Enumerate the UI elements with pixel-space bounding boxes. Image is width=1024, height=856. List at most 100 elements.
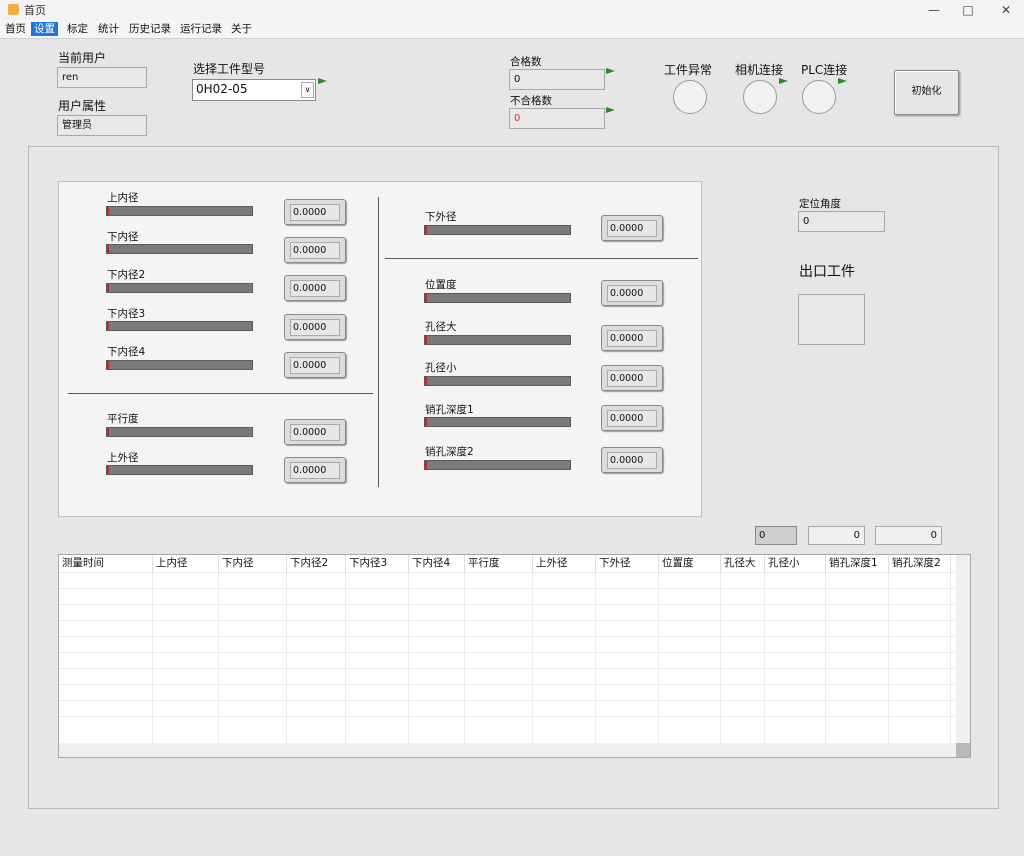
indicator-label-part-error: 工件异常 bbox=[664, 63, 713, 77]
measure-value-box: 0.0000 bbox=[601, 365, 663, 391]
measure-value-box: 0.0000 bbox=[284, 352, 346, 378]
user-attribute-field: 管理员 bbox=[57, 115, 147, 136]
menu-item-home[interactable]: 首页 bbox=[2, 22, 29, 36]
measure-value: 0.0000 bbox=[290, 242, 340, 259]
measure-label: 平行度 bbox=[107, 413, 139, 425]
measure-bar bbox=[106, 321, 253, 331]
divider bbox=[378, 197, 379, 487]
table-header-cell[interactable]: 销孔深度2 bbox=[889, 555, 951, 572]
table-header-cell[interactable]: 上外径 bbox=[533, 555, 596, 572]
indicator-label-camera: 相机连接 bbox=[735, 63, 784, 77]
flag-icon bbox=[838, 78, 847, 84]
measure-bar bbox=[424, 293, 571, 303]
measure-value: 0.0000 bbox=[290, 319, 340, 336]
positioning-angle-label: 定位角度 bbox=[799, 198, 841, 210]
measure-value: 0.0000 bbox=[290, 204, 340, 221]
measure-value-box: 0.0000 bbox=[284, 237, 346, 263]
measure-bar bbox=[106, 206, 253, 216]
measure-value: 0.0000 bbox=[607, 370, 657, 387]
chevron-down-icon[interactable]: ∨ bbox=[301, 82, 314, 98]
measure-value: 0.0000 bbox=[290, 424, 340, 441]
data-table[interactable]: 测量时间 上内径 下内径 下内径2 下内径3 下内径4 平行度 上外径 下外径 … bbox=[58, 554, 971, 758]
measure-value-box: 0.0000 bbox=[284, 457, 346, 483]
table-header-cell[interactable]: 下内径 bbox=[219, 555, 287, 572]
table-header-cell[interactable]: 下内径2 bbox=[287, 555, 346, 572]
pass-count-label: 合格数 bbox=[510, 56, 542, 68]
maximize-icon[interactable]: □ bbox=[948, 0, 988, 20]
measure-bar bbox=[106, 360, 253, 370]
horizontal-scrollbar[interactable] bbox=[59, 743, 956, 757]
measure-label: 上内径 bbox=[107, 192, 139, 204]
measure-bar bbox=[424, 376, 571, 386]
measure-value-box: 0.0000 bbox=[284, 199, 346, 225]
menu-item-about[interactable]: 关于 bbox=[228, 22, 255, 36]
table-header-cell[interactable]: 上内径 bbox=[153, 555, 219, 572]
menu-item-calibration[interactable]: 标定 bbox=[64, 22, 91, 36]
measure-label: 下内径2 bbox=[107, 269, 146, 281]
table-header-cell[interactable]: 下内径4 bbox=[409, 555, 465, 572]
measure-value: 0.0000 bbox=[607, 220, 657, 237]
part-error-lamp bbox=[673, 80, 707, 114]
measure-value: 0.0000 bbox=[290, 462, 340, 479]
measure-label: 孔径大 bbox=[425, 321, 457, 333]
table-header-cell[interactable]: 位置度 bbox=[659, 555, 721, 572]
measure-bar bbox=[424, 460, 571, 470]
menu-item-run-log[interactable]: 运行记录 bbox=[177, 22, 225, 36]
measure-label: 孔径小 bbox=[425, 362, 457, 374]
measure-label: 下内径4 bbox=[107, 346, 146, 358]
measure-value: 0.0000 bbox=[607, 452, 657, 469]
user-attribute-label: 用户属性 bbox=[58, 99, 107, 113]
close-icon[interactable]: ✕ bbox=[986, 0, 1024, 20]
table-header-cell[interactable]: 孔径小 bbox=[765, 555, 826, 572]
measure-bar bbox=[424, 417, 571, 427]
vertical-scrollbar[interactable] bbox=[956, 555, 970, 743]
measure-label: 下内径 bbox=[107, 231, 139, 243]
title-bar: 首页 — □ ✕ bbox=[0, 0, 1024, 20]
window-title: 首页 bbox=[24, 4, 46, 17]
measure-bar bbox=[424, 335, 571, 345]
measure-value-box: 0.0000 bbox=[601, 405, 663, 431]
measure-value: 0.0000 bbox=[607, 285, 657, 302]
measure-value: 0.0000 bbox=[290, 357, 340, 374]
camera-connection-lamp bbox=[743, 80, 777, 114]
measure-bar bbox=[106, 427, 253, 437]
menu-item-settings[interactable]: 设置 bbox=[31, 22, 58, 36]
measure-label: 销孔深度2 bbox=[425, 446, 474, 458]
table-counter: 0 bbox=[755, 526, 797, 545]
table-header-cell[interactable]: 平行度 bbox=[465, 555, 533, 572]
fail-count-field: 0 bbox=[509, 108, 605, 129]
measure-value-box: 0.0000 bbox=[601, 280, 663, 306]
app-icon bbox=[8, 4, 19, 15]
current-user-label: 当前用户 bbox=[58, 51, 107, 65]
measure-label: 位置度 bbox=[425, 279, 457, 291]
current-user-field: ren bbox=[57, 67, 147, 88]
measure-value-box: 0.0000 bbox=[284, 314, 346, 340]
measure-value-box: 0.0000 bbox=[601, 325, 663, 351]
measure-value: 0.0000 bbox=[290, 280, 340, 297]
table-header-cell[interactable]: 下内径3 bbox=[346, 555, 409, 572]
initialize-button[interactable]: 初始化 bbox=[894, 70, 959, 115]
measure-label: 上外径 bbox=[107, 452, 139, 464]
part-select-dropdown[interactable]: 0H02-05 ∨ bbox=[192, 79, 316, 101]
measure-value: 0.0000 bbox=[607, 410, 657, 427]
divider bbox=[385, 258, 698, 259]
scrollbar-corner bbox=[956, 743, 970, 757]
flag-icon bbox=[318, 78, 327, 84]
table-header-cell[interactable]: 下外径 bbox=[596, 555, 659, 572]
exit-part-image bbox=[798, 294, 865, 345]
measure-value-box: 0.0000 bbox=[601, 447, 663, 473]
fail-count-label: 不合格数 bbox=[510, 95, 552, 107]
plc-connection-lamp bbox=[802, 80, 836, 114]
table-header-cell[interactable]: 销孔深度1 bbox=[826, 555, 889, 572]
measure-label: 销孔深度1 bbox=[425, 404, 474, 416]
part-select-value: 0H02-05 bbox=[196, 82, 248, 96]
menu-item-statistics[interactable]: 统计 bbox=[95, 22, 122, 36]
part-select-label: 选择工件型号 bbox=[193, 62, 266, 76]
table-header-cell[interactable]: 孔径大 bbox=[721, 555, 765, 572]
measure-bar bbox=[424, 225, 571, 235]
positioning-angle-field: 0 bbox=[798, 211, 885, 232]
menu-item-history[interactable]: 历史记录 bbox=[126, 22, 174, 36]
table-header-cell[interactable]: 测量时间 bbox=[59, 555, 153, 572]
measure-value-box: 0.0000 bbox=[601, 215, 663, 241]
flag-icon bbox=[779, 78, 788, 84]
